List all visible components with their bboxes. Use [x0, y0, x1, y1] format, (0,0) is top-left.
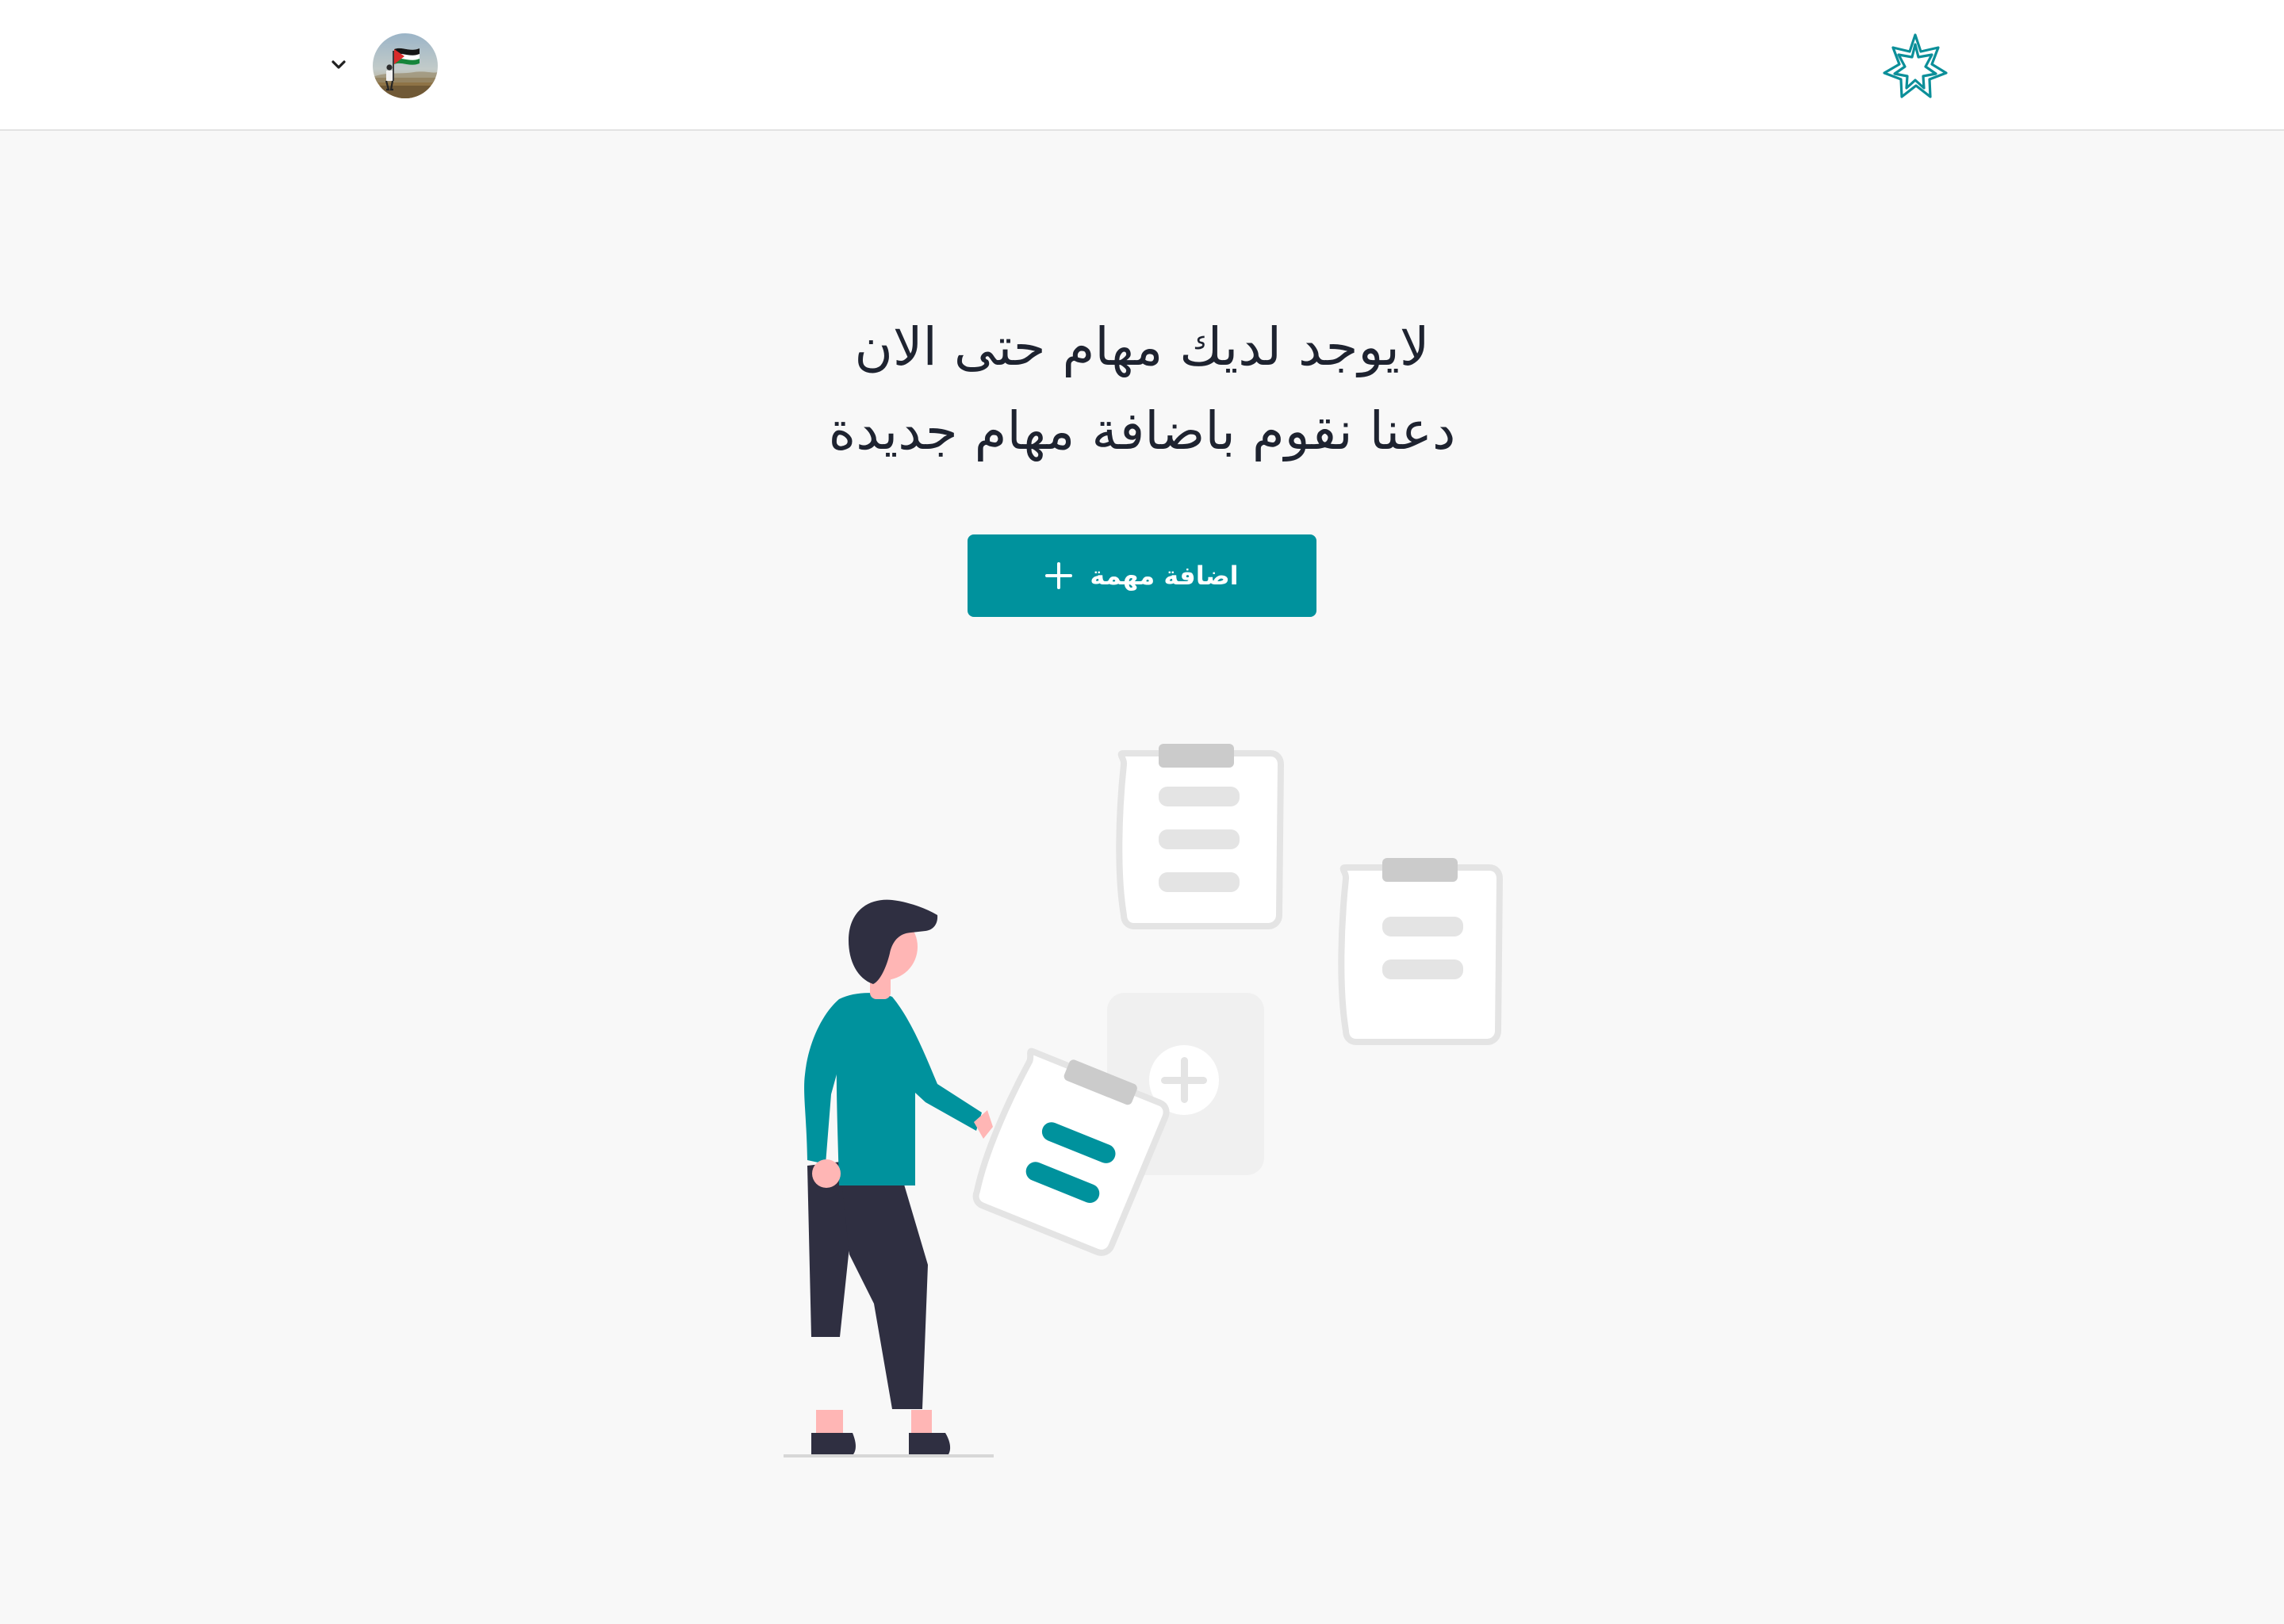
empty-state-title-line-1: لايوجد لديك مهام حتى الان — [854, 316, 1430, 377]
clipboard-placeholder-icon — [1338, 858, 1504, 1045]
top-navigation — [0, 0, 2284, 131]
app-logo-icon[interactable] — [1880, 30, 1951, 102]
empty-tasks-illustration — [777, 737, 1515, 1467]
person-icon — [784, 899, 994, 1457]
user-avatar[interactable] — [373, 33, 438, 98]
add-task-label: اضافة مهمة — [1090, 561, 1239, 591]
add-task-button[interactable]: اضافة مهمة — [968, 534, 1316, 617]
empty-state-message: لايوجد لديك مهام حتى الان دعنا نقوم باضا… — [508, 305, 1776, 473]
empty-state-title-line-2: دعنا نقوم باضافة مهام جديدة — [828, 400, 1456, 462]
clipboard-placeholder-icon — [1116, 744, 1285, 929]
user-menu[interactable] — [321, 32, 440, 100]
plus-icon — [1045, 562, 1073, 589]
chevron-down-icon[interactable] — [328, 54, 350, 76]
